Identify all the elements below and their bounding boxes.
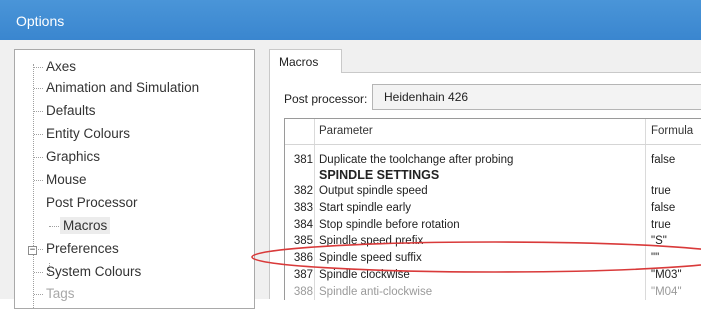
formula-cell[interactable]: true	[651, 217, 671, 234]
row-number: 388	[293, 286, 313, 298]
collapse-icon[interactable]: −	[28, 246, 37, 255]
tree-item-animation-and-simulation[interactable]: Animation and Simulation	[34, 78, 200, 98]
tree-item-preferences[interactable]: Preferences	[34, 239, 119, 259]
parameter-cell: Start spindle early	[319, 202, 412, 214]
tree-item-entity-colours[interactable]: Entity Colours	[34, 124, 131, 144]
tree-item-label: Animation and Simulation	[46, 80, 200, 95]
parameter-cell: Stop spindle before rotation	[319, 219, 460, 231]
row-number: 387	[293, 269, 313, 281]
grid-header: Parameter Formula	[285, 119, 701, 145]
tree-item-macros[interactable]: Macros	[49, 216, 111, 236]
parameter-cell: SPINDLE SETTINGS	[319, 168, 440, 182]
table-row[interactable]: 382 Output spindle speed true	[285, 183, 701, 200]
formula-cell[interactable]: "M04"	[651, 284, 682, 300]
macros-grid[interactable]: Parameter Formula 381 Duplicate the toolc…	[284, 118, 701, 300]
column-header-formula[interactable]: Formula	[651, 125, 693, 137]
column-header-parameter[interactable]: Parameter	[319, 125, 373, 137]
parameter-cell: Spindle speed suffix	[319, 252, 422, 264]
formula-cell[interactable]: "S"	[651, 233, 667, 250]
tree-item-post-processor[interactable]: Post Processor	[46, 193, 138, 213]
tree-item-label: Entity Colours	[46, 126, 131, 141]
table-row[interactable]: 385 Spindle speed prefix "S"	[285, 233, 701, 250]
tree-item-defaults[interactable]: Defaults	[34, 101, 96, 121]
tab-macros[interactable]: Macros	[269, 49, 342, 73]
tree-item-label: Mouse	[46, 172, 87, 187]
parameter-cell: Spindle speed prefix	[319, 235, 424, 247]
tree-item-graphics[interactable]: Graphics	[34, 147, 101, 167]
tree-item-label: Defaults	[46, 103, 96, 118]
row-number: 386	[293, 252, 313, 264]
tree-item-label: Preferences	[46, 241, 119, 256]
tree-item-system-colours[interactable]: System Colours	[34, 262, 142, 282]
table-row[interactable]: 388 Spindle anti-clockwise "M04"	[285, 284, 701, 300]
tree-item-tags[interactable]: Tags	[34, 284, 75, 304]
grid-section-header[interactable]: SPINDLE SETTINGS	[285, 167, 701, 184]
parameter-cell: Output spindle speed	[319, 185, 428, 197]
tree-item-mouse[interactable]: Mouse	[34, 170, 87, 190]
tree-item-axes[interactable]: Axes	[34, 57, 77, 77]
formula-cell[interactable]: true	[651, 183, 671, 200]
row-number: 384	[293, 219, 313, 231]
window-title: Options	[16, 13, 65, 29]
tree-item-label: Macros	[60, 217, 111, 234]
row-number: 382	[293, 185, 313, 197]
options-tree[interactable]: Axes Animation and Simulation Defaults E…	[14, 49, 255, 309]
table-row[interactable]: 383 Start spindle early false	[285, 200, 701, 217]
formula-cell[interactable]: ""	[651, 250, 659, 267]
title-bar[interactable]: Options	[0, 0, 701, 40]
tree-item-label: System Colours	[46, 264, 142, 279]
post-processor-label: Post processor:	[284, 92, 368, 106]
parameter-cell: Spindle anti-clockwise	[319, 286, 433, 298]
tree-item-label: Axes	[46, 59, 77, 74]
table-row[interactable]: 384 Stop spindle before rotation true	[285, 217, 701, 234]
parameter-cell: Spindle clockwise	[319, 269, 410, 281]
tree-item-label: Graphics	[46, 149, 101, 164]
tree-item-label: Post Processor	[46, 195, 138, 210]
row-number: 385	[293, 235, 313, 247]
table-row[interactable]: 386 Spindle speed suffix ""	[285, 250, 701, 267]
formula-cell[interactable]: "M03"	[651, 267, 682, 284]
row-number: 383	[293, 202, 313, 214]
table-row[interactable]: 387 Spindle clockwise "M03"	[285, 267, 701, 284]
post-processor-field[interactable]: Heidenhain 426	[372, 84, 701, 110]
formula-cell[interactable]: false	[651, 200, 675, 217]
